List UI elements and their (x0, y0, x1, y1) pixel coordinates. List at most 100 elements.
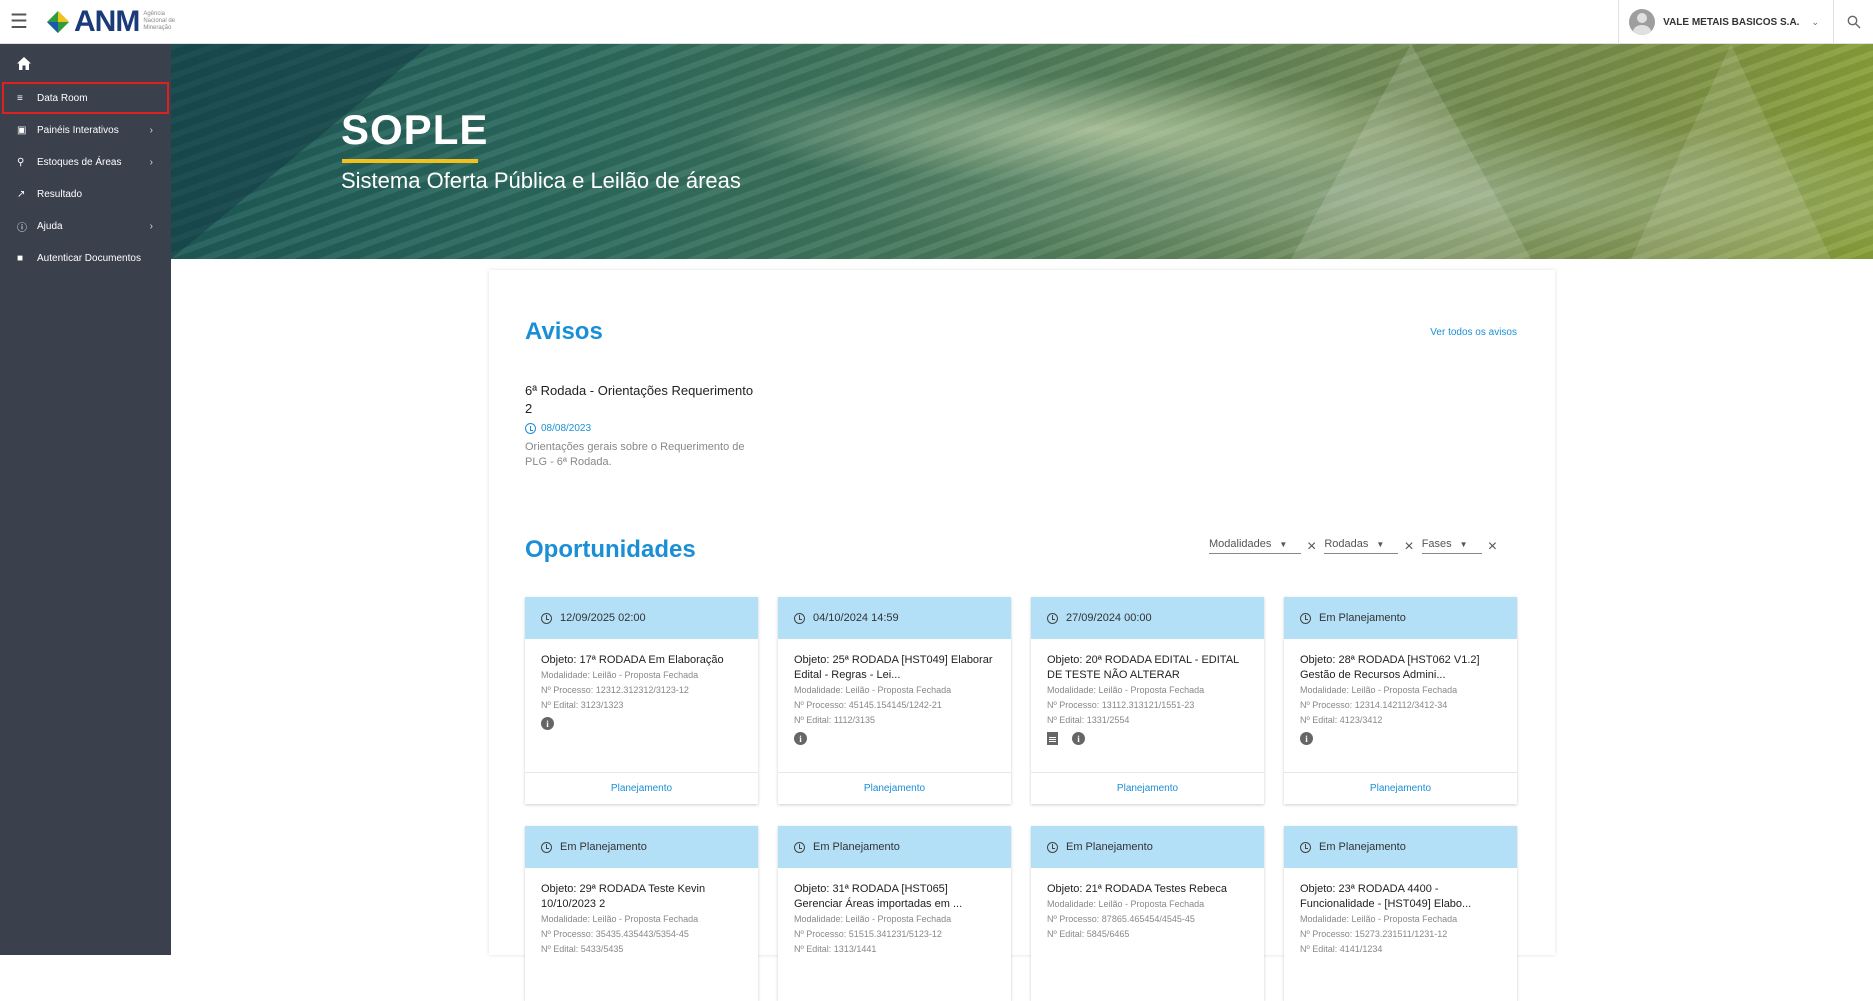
card-header: Em Planejamento (778, 826, 1011, 868)
card-body: Objeto: 25ª RODADA [HST049] Elaborar Edi… (778, 639, 1011, 772)
filters: Modalidades ▼ × Rodadas ▼ × Fases ▼ × (1209, 536, 1505, 556)
logo-subtitle: Agência Nacional de Mineração (143, 11, 176, 31)
main-content: Avisos Ver todos os avisos 6ª Rodada - O… (489, 270, 1555, 1001)
see-all-notices-link[interactable]: Ver todos os avisos (1430, 327, 1517, 338)
hamburger-menu-icon[interactable]: ☰ (0, 0, 38, 44)
book-icon: ■ (17, 252, 24, 264)
opportunity-card[interactable]: Em Planejamento Objeto: 29ª RODADA Teste… (525, 826, 758, 1001)
card-body: Objeto: 23ª RODADA 4400 - Funcionalidade… (1284, 868, 1517, 1001)
sidebar-item-label: Resultado (37, 188, 83, 200)
card-edital: Nº Edital: 5845/6465 (1047, 929, 1130, 939)
anm-logo[interactable]: ANM Agência Nacional de Mineração (46, 5, 177, 39)
search-icon (1847, 15, 1860, 29)
card-modalidade: Modalidade: Leilão - Proposta Fechada (541, 914, 699, 924)
card-status: Em Planejamento (813, 841, 900, 853)
card-phase-link[interactable]: Planejamento (525, 772, 758, 804)
banner-subtitle: Sistema Oferta Pública e Leilão de áreas (341, 168, 741, 193)
location-pin-icon: ⚲ (17, 156, 25, 168)
card-phase-link[interactable]: Planejamento (778, 772, 1011, 804)
card-body: Objeto: 21ª RODADA Testes Rebeca Modalid… (1031, 868, 1264, 1001)
caret-down-icon: ▼ (1376, 539, 1385, 549)
info-icon[interactable]: i (794, 732, 807, 745)
card-date: 27/09/2024 00:00 (1066, 612, 1152, 624)
fases-select[interactable]: Fases ▼ (1421, 538, 1482, 554)
card-header: 04/10/2024 14:59 (778, 597, 1011, 639)
opportunity-card[interactable]: Em Planejamento Objeto: 21ª RODADA Teste… (1031, 826, 1264, 1001)
sidebar-item-resultado[interactable]: ↗ Resultado (0, 178, 171, 210)
clock-icon (541, 612, 552, 624)
opportunity-card[interactable]: Em Planejamento Objeto: 23ª RODADA 4400 … (1284, 826, 1517, 1001)
card-modalidade: Modalidade: Leilão - Proposta Fechada (541, 670, 699, 680)
sidebar-item-ajuda[interactable]: ⓘ Ajuda › (0, 210, 171, 242)
opportunity-card[interactable]: Em Planejamento Objeto: 28ª RODADA [HST0… (1284, 597, 1517, 804)
info-icon[interactable]: i (1072, 732, 1085, 745)
modalidades-select[interactable]: Modalidades ▼ (1209, 538, 1301, 554)
card-phase-link[interactable]: Planejamento (1031, 772, 1264, 804)
list-icon: ≡ (17, 92, 23, 104)
rodadas-select[interactable]: Rodadas ▼ (1324, 538, 1399, 554)
clear-rodadas-icon[interactable]: × (1404, 538, 1413, 556)
card-edital: Nº Edital: 4123/3412 (1300, 715, 1383, 725)
home-icon (17, 56, 31, 70)
search-button[interactable] (1833, 0, 1873, 44)
card-edital: Nº Edital: 1331/2554 (1047, 715, 1130, 725)
sidebar-item-autenticar-documentos[interactable]: ■ Autenticar Documentos (0, 242, 171, 274)
card-modalidade: Modalidade: Leilão - Proposta Fechada (1047, 685, 1205, 695)
card-header: Em Planejamento (1031, 826, 1264, 868)
logo-text: ANM (74, 4, 140, 38)
home-button[interactable] (0, 44, 171, 82)
sidebar-item-label: Painéis Interativos (37, 124, 119, 136)
card-processo: Nº Processo: 51515.341231/5123-12 (794, 929, 942, 939)
notice-item[interactable]: 6ª Rodada - Orientações Requerimento 2 0… (525, 382, 757, 470)
dashboard-icon: ▣ (17, 124, 27, 136)
clock-icon (794, 612, 805, 624)
hero-banner: SOPLE Sistema Oferta Pública e Leilão de… (171, 44, 1873, 259)
card-processo: Nº Processo: 13112.313121/1551-23 (1047, 700, 1195, 710)
document-icon[interactable] (1047, 732, 1058, 745)
card-date: 12/09/2025 02:00 (560, 612, 646, 624)
card-modalidade: Modalidade: Leilão - Proposta Fechada (1300, 685, 1458, 695)
card-status: Em Planejamento (1319, 841, 1406, 853)
card-header: Em Planejamento (1284, 826, 1517, 868)
card-header: 27/09/2024 00:00 (1031, 597, 1264, 639)
clear-fases-icon[interactable]: × (1488, 538, 1497, 556)
notice-title: 6ª Rodada - Orientações Requerimento 2 (525, 383, 754, 416)
opportunity-card[interactable]: 04/10/2024 14:59 Objeto: 25ª RODADA [HST… (778, 597, 1011, 804)
info-icon[interactable]: i (1300, 732, 1313, 745)
card-object: Objeto: 23ª RODADA 4400 - Funcionalidade… (1300, 883, 1472, 910)
card-processo: Nº Processo: 12314.142112/3412-34 (1300, 700, 1448, 710)
chevron-right-icon: › (149, 220, 153, 232)
banner-underline (342, 159, 478, 163)
user-name: VALE METAIS BASICOS S.A. (1663, 16, 1800, 28)
card-phase-link[interactable]: Planejamento (1284, 772, 1517, 804)
card-edital: Nº Edital: 3123/1323 (541, 700, 624, 710)
card-object: Objeto: 21ª RODADA Testes Rebeca (1047, 883, 1227, 895)
opportunity-card[interactable]: 12/09/2025 02:00 Objeto: 17ª RODADA Em E… (525, 597, 758, 804)
sidebar-item-label: Data Room (37, 92, 88, 104)
card-date: Em Planejamento (1319, 612, 1406, 624)
sidebar-item-data-room[interactable]: ≡ Data Room (2, 82, 169, 114)
user-menu[interactable]: VALE METAIS BASICOS S.A. ⌄ (1618, 0, 1833, 44)
card-object: Objeto: 25ª RODADA [HST049] Elaborar Edi… (794, 654, 993, 681)
modalidades-label: Modalidades (1209, 538, 1272, 550)
oportunidades-title: Oportunidades (525, 536, 696, 563)
card-object: Objeto: 31ª RODADA [HST065] Gerenciar Ár… (794, 883, 963, 910)
top-bar: ☰ ANM Agência Nacional de Mineração VALE… (0, 0, 1873, 44)
opportunity-card[interactable]: 27/09/2024 00:00 Objeto: 20ª RODADA EDIT… (1031, 597, 1264, 804)
opportunity-card[interactable]: Em Planejamento Objeto: 31ª RODADA [HST0… (778, 826, 1011, 1001)
info-icon[interactable]: i (541, 717, 554, 730)
card-edital: Nº Edital: 1112/3135 (794, 715, 876, 725)
card-processo: Nº Processo: 87865.465454/4545-45 (1047, 914, 1195, 924)
sidebar-item-label: Estoques de Áreas (37, 156, 122, 168)
sidebar-item-paineis-interativos[interactable]: ▣ Painéis Interativos › (0, 114, 171, 146)
chevron-right-icon: › (149, 124, 153, 136)
clear-modalidades-icon[interactable]: × (1307, 538, 1316, 556)
sidebar-item-estoques-de-areas[interactable]: ⚲ Estoques de Áreas › (0, 146, 171, 178)
card-processo: Nº Processo: 12312.312312/3123-12 (541, 685, 689, 695)
card-modalidade: Modalidade: Leilão - Proposta Fechada (1300, 914, 1458, 924)
card-body: Objeto: 28ª RODADA [HST062 V1.2] Gestão … (1284, 639, 1517, 772)
avisos-title: Avisos (525, 318, 603, 345)
chevron-down-icon: ⌄ (1811, 16, 1819, 27)
notice-date: 08/08/2023 (525, 423, 757, 434)
card-header: 12/09/2025 02:00 (525, 597, 758, 639)
